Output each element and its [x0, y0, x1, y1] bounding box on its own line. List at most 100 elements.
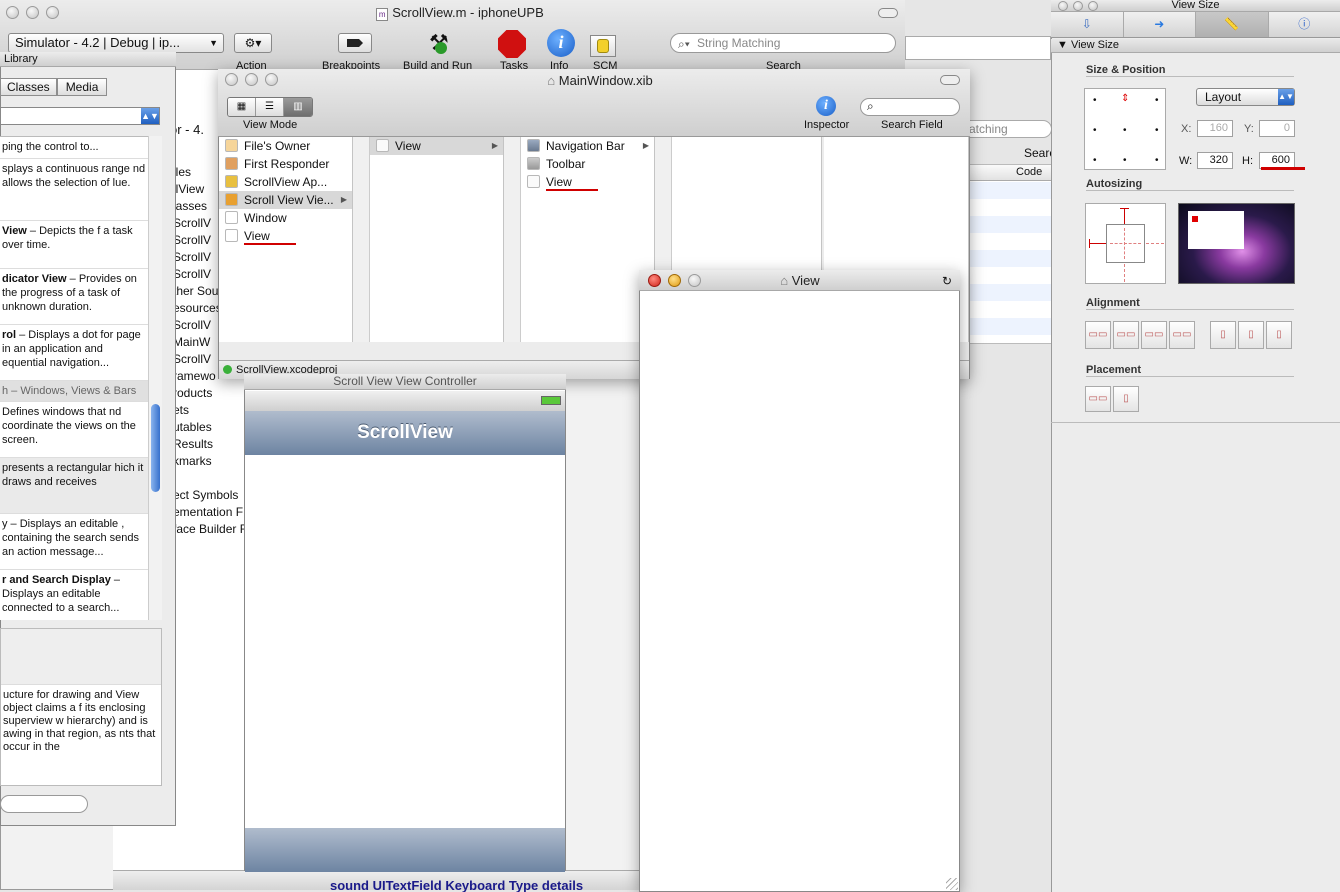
top-strut[interactable]: [1124, 208, 1125, 224]
xib-object-row[interactable]: Window: [219, 209, 352, 227]
zoom-button[interactable]: [1088, 1, 1098, 11]
breakpoints-button[interactable]: [338, 33, 372, 53]
y-field[interactable]: 0: [1259, 120, 1295, 137]
toolbar-toggle-button[interactable]: [940, 75, 960, 85]
column-resizer[interactable]: [504, 137, 521, 342]
library-item[interactable]: splays a continuous range nd allows the …: [0, 159, 148, 221]
view-mode-control[interactable]: ▦ ☰ ▥: [227, 97, 313, 117]
rotate-icon[interactable]: ↻: [942, 274, 952, 288]
library-item[interactable]: presents a rectangular hich it draws and…: [0, 458, 148, 514]
close-button[interactable]: [1058, 1, 1068, 11]
group-item[interactable]: roducts: [173, 385, 250, 402]
width-field[interactable]: 320: [1197, 152, 1233, 169]
scroll-thumb[interactable]: [151, 404, 160, 492]
attributes-tab-icon[interactable]: ⇩: [1051, 12, 1124, 37]
minimize-button[interactable]: [1073, 1, 1083, 11]
close-button[interactable]: [225, 73, 238, 86]
library-item[interactable]: Defines windows that nd coordinate the v…: [0, 402, 148, 458]
connections-tab-icon[interactable]: ➜: [1124, 12, 1196, 37]
disclosure-arrow-icon: ▶: [491, 141, 498, 150]
minimize-button[interactable]: [26, 6, 39, 19]
minimize-button[interactable]: [668, 274, 681, 287]
build-and-run-button[interactable]: ⚒: [423, 28, 459, 58]
scheme-popup[interactable]: Simulator - 4.2 | Debug | ip... ▼: [8, 33, 224, 53]
library-item[interactable]: h – Windows, Views & Bars: [0, 381, 148, 402]
zoom-button[interactable]: [46, 6, 59, 19]
list-view-icon[interactable]: ☰: [256, 98, 284, 116]
origin-selector[interactable]: • ⇕ • • • • • • •: [1084, 88, 1166, 170]
xib-object-row[interactable]: First Responder: [219, 155, 352, 173]
zoom-button[interactable]: [688, 274, 701, 287]
center-horizontally-icon[interactable]: ▭▭: [1085, 386, 1111, 412]
library-item[interactable]: y – Displays an editable , containing th…: [0, 514, 148, 570]
xib-search-input[interactable]: ⌕: [860, 98, 960, 116]
xib-object-row[interactable]: View: [521, 173, 654, 191]
group-item[interactable]: kmarks: [173, 453, 250, 470]
autosizing-control[interactable]: [1085, 203, 1166, 284]
code-column-header[interactable]: Code: [961, 165, 1051, 181]
tab-classes[interactable]: Classes: [0, 78, 57, 96]
scm-button[interactable]: [590, 35, 616, 57]
library-item[interactable]: View – Depicts the f a task over time.: [0, 221, 148, 269]
align-vertical-centers-icon[interactable]: ▯: [1238, 321, 1264, 349]
library-popup[interactable]: ▲▼: [0, 107, 160, 125]
resize-grip-icon[interactable]: [946, 878, 958, 890]
align-left-edges-icon[interactable]: ▭▭: [1085, 321, 1111, 349]
identity-tab-info-icon[interactable]: ⓘ: [1269, 12, 1340, 37]
column-resizer[interactable]: [353, 137, 370, 342]
align-right-edges-icon[interactable]: ▭▭: [1141, 321, 1167, 349]
group-item[interactable]: face Builder F: [173, 521, 250, 538]
align-top-edges-icon[interactable]: ▭▭: [1169, 321, 1195, 349]
xib-title: ⌂ MainWindow.xib: [547, 73, 653, 88]
xib-object-row[interactable]: ScrollView Ap...: [219, 173, 352, 191]
icon-view-icon[interactable]: ▦: [228, 98, 256, 116]
group-item[interactable]: [173, 470, 250, 487]
group-item[interactable]: ect Symbols: [173, 487, 250, 504]
left-strut[interactable]: [1089, 243, 1106, 244]
view-size-section-header[interactable]: ▼ View Size: [1051, 39, 1340, 53]
align-bottom-edges-icon[interactable]: ▯: [1266, 321, 1292, 349]
width-spring[interactable]: [1110, 243, 1141, 244]
object-icon: [527, 139, 540, 152]
library-scrollbar[interactable]: [148, 136, 162, 620]
xib-object-row[interactable]: View ▶: [370, 137, 503, 155]
column-view-icon[interactable]: ▥: [284, 98, 312, 116]
inspector-info-icon[interactable]: i: [816, 96, 836, 116]
close-button[interactable]: [648, 274, 661, 287]
align-vertical-top-icon[interactable]: ▯: [1210, 321, 1236, 349]
tasks-stop-icon[interactable]: [498, 30, 526, 58]
size-tab-ruler-icon[interactable]: 📏: [1196, 12, 1269, 37]
group-item[interactable]: ementation F: [173, 504, 250, 521]
close-button[interactable]: [6, 6, 19, 19]
layout-popup[interactable]: Layout ▲▼: [1196, 88, 1295, 106]
library-item-description: y – Displays an editable , containing th…: [2, 518, 139, 558]
zoom-button[interactable]: [265, 73, 278, 86]
library-filter-input[interactable]: [0, 795, 88, 813]
xib-object-row[interactable]: File's Owner: [219, 137, 352, 155]
xcode-search-field-2[interactable]: atching: [960, 120, 1052, 138]
x-field[interactable]: 160: [1197, 120, 1233, 137]
popup-arrows-icon: ▲▼: [141, 108, 159, 124]
bottom-strut[interactable]: [1124, 264, 1125, 282]
right-strut[interactable]: [1146, 243, 1164, 244]
group-item[interactable]: ets: [173, 402, 250, 419]
library-item[interactable]: dicator View – Provides on the progress …: [0, 269, 148, 325]
action-button[interactable]: ⚙▾: [234, 33, 272, 53]
xib-object-row[interactable]: Scroll View Vie... ▶: [219, 191, 352, 209]
align-horizontal-centers-icon[interactable]: ▭▭: [1113, 321, 1139, 349]
xib-object-row[interactable]: Navigation Bar ▶: [521, 137, 654, 155]
library-item[interactable]: ping the control to...: [0, 137, 148, 159]
group-item[interactable]: Results: [173, 436, 250, 453]
xib-object-row[interactable]: Toolbar: [521, 155, 654, 173]
library-list: ping the control to... splays a continuou…: [0, 136, 148, 620]
info-icon[interactable]: i: [547, 29, 575, 57]
library-item[interactable]: r and Search Display – Displays an edita…: [0, 570, 148, 620]
group-item[interactable]: utables: [173, 419, 250, 436]
toolbar-toggle-button[interactable]: [878, 8, 898, 18]
xib-object-row[interactable]: View: [219, 227, 352, 245]
center-vertically-icon[interactable]: ▯: [1113, 386, 1139, 412]
xcode-search-input[interactable]: ⌕▾ String Matching: [670, 33, 896, 53]
tab-media[interactable]: Media: [56, 78, 108, 96]
library-item[interactable]: rol – Displays a dot for page in an appl…: [0, 325, 148, 381]
minimize-button[interactable]: [245, 73, 258, 86]
